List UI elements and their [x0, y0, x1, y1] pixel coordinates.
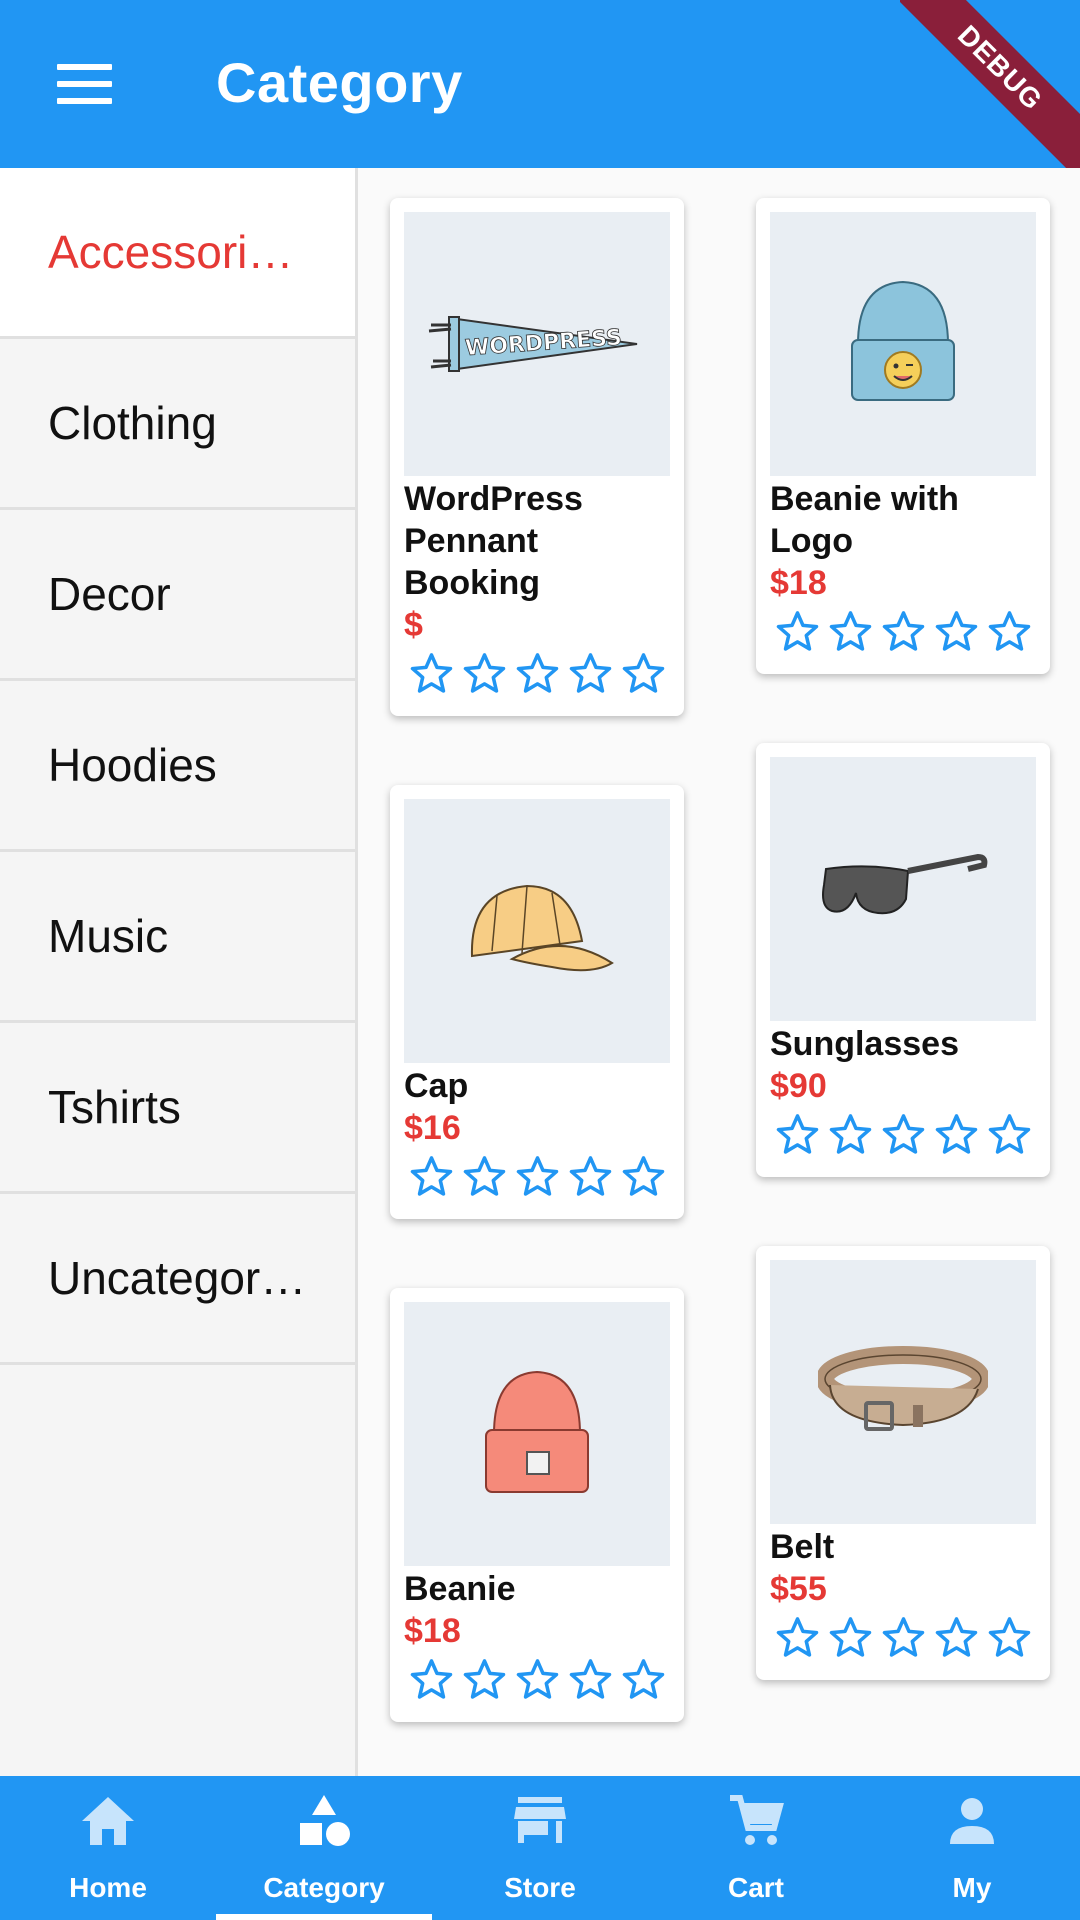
star-icon[interactable]	[774, 1111, 821, 1163]
product-name: Beanie with Logo	[770, 480, 959, 560]
category-icon	[295, 1792, 353, 1850]
debug-label: DEBUG	[900, 0, 1080, 168]
star-icon[interactable]	[408, 1656, 455, 1708]
sidebar-item-tshirts[interactable]: Tshirts	[0, 1023, 355, 1194]
rating-stars[interactable]	[770, 1614, 1036, 1666]
rating-stars[interactable]	[404, 650, 670, 702]
product-price: $18	[770, 564, 827, 602]
star-icon[interactable]	[986, 1614, 1033, 1666]
product-card[interactable]: WORDPRESS WordPress Pennant Booking $	[390, 198, 684, 716]
product-price: $90	[770, 1067, 827, 1105]
product-grid: WORDPRESS WordPress Pennant Booking $ Be…	[360, 168, 1080, 1776]
product-price: $55	[770, 1570, 827, 1608]
product-price: $18	[404, 1612, 461, 1650]
nav-label: Store	[504, 1872, 576, 1903]
rating-stars[interactable]	[404, 1153, 670, 1205]
sidebar-item-clothing[interactable]: Clothing	[0, 339, 355, 510]
beanie-image	[404, 1302, 670, 1566]
star-icon[interactable]	[933, 608, 980, 660]
nav-label: Category	[263, 1872, 385, 1903]
star-icon[interactable]	[620, 1153, 667, 1205]
sidebar-item-music[interactable]: Music	[0, 852, 355, 1023]
product-name: Sunglasses	[770, 1025, 959, 1063]
star-icon[interactable]	[514, 650, 561, 702]
star-icon[interactable]	[461, 650, 508, 702]
belt-image	[770, 1260, 1036, 1524]
bottom-navigation: Home Category Store Cart My	[0, 1776, 1080, 1920]
star-icon[interactable]	[933, 1614, 980, 1666]
star-icon[interactable]	[827, 1614, 874, 1666]
sunglasses-image	[770, 757, 1036, 1021]
star-icon[interactable]	[827, 608, 874, 660]
star-icon[interactable]	[880, 1111, 927, 1163]
sidebar-item-uncategorized[interactable]: Uncategor…	[0, 1194, 355, 1365]
nav-label: Cart	[727, 1872, 784, 1903]
product-card[interactable]: Sunglasses $90	[756, 743, 1050, 1177]
star-icon[interactable]	[986, 608, 1033, 660]
rating-stars[interactable]	[770, 1111, 1036, 1163]
star-icon[interactable]	[774, 608, 821, 660]
rating-stars[interactable]	[770, 608, 1036, 660]
star-icon[interactable]	[880, 608, 927, 660]
debug-banner: DEBUG	[900, 0, 1080, 168]
star-icon[interactable]	[620, 650, 667, 702]
star-icon[interactable]	[514, 1656, 561, 1708]
product-card[interactable]: Cap $16	[390, 785, 684, 1219]
person-icon	[943, 1792, 1001, 1850]
home-icon	[79, 1792, 137, 1850]
nav-label: My	[952, 1872, 992, 1903]
product-name: Belt	[770, 1528, 835, 1566]
product-name: WordPress Pennant Booking	[404, 480, 583, 602]
product-name: Cap	[404, 1067, 469, 1105]
cart-icon	[727, 1792, 785, 1850]
sidebar-item-accessories[interactable]: Accessori…	[0, 168, 355, 339]
star-icon[interactable]	[774, 1614, 821, 1666]
star-icon[interactable]	[880, 1614, 927, 1666]
star-icon[interactable]	[567, 1656, 614, 1708]
star-icon[interactable]	[567, 1153, 614, 1205]
star-icon[interactable]	[827, 1111, 874, 1163]
app-bar: Category DEBUG	[0, 0, 1080, 168]
star-icon[interactable]	[408, 650, 455, 702]
sidebar-item-decor[interactable]: Decor	[0, 510, 355, 681]
cap-image	[404, 799, 670, 1063]
star-icon[interactable]	[933, 1111, 980, 1163]
star-icon[interactable]	[514, 1153, 561, 1205]
product-name: Beanie	[404, 1570, 516, 1608]
sidebar-item-hoodies[interactable]: Hoodies	[0, 681, 355, 852]
beanie-logo-image	[770, 212, 1036, 476]
category-sidebar: Accessori… Clothing Decor Hoodies Music …	[0, 168, 358, 1776]
product-price: $16	[404, 1109, 461, 1147]
nav-cart[interactable]: Cart	[648, 1776, 864, 1920]
star-icon[interactable]	[461, 1153, 508, 1205]
product-price: $	[404, 606, 423, 644]
pennant-image: WORDPRESS	[404, 212, 670, 476]
nav-my[interactable]: My	[864, 1776, 1080, 1920]
nav-home[interactable]: Home	[0, 1776, 216, 1920]
nav-category[interactable]: Category	[216, 1776, 432, 1920]
page-title: Category	[216, 51, 463, 114]
nav-label: Home	[69, 1872, 147, 1903]
menu-icon[interactable]	[38, 44, 130, 124]
product-card[interactable]: Beanie $18	[390, 1288, 684, 1722]
product-card[interactable]: Beanie with Logo $18	[756, 198, 1050, 674]
star-icon[interactable]	[461, 1656, 508, 1708]
star-icon[interactable]	[986, 1111, 1033, 1163]
star-icon[interactable]	[620, 1656, 667, 1708]
rating-stars[interactable]	[404, 1656, 670, 1708]
nav-store[interactable]: Store	[432, 1776, 648, 1920]
store-icon	[511, 1792, 569, 1850]
star-icon[interactable]	[408, 1153, 455, 1205]
star-icon[interactable]	[567, 650, 614, 702]
product-card[interactable]: Belt $55	[756, 1246, 1050, 1680]
